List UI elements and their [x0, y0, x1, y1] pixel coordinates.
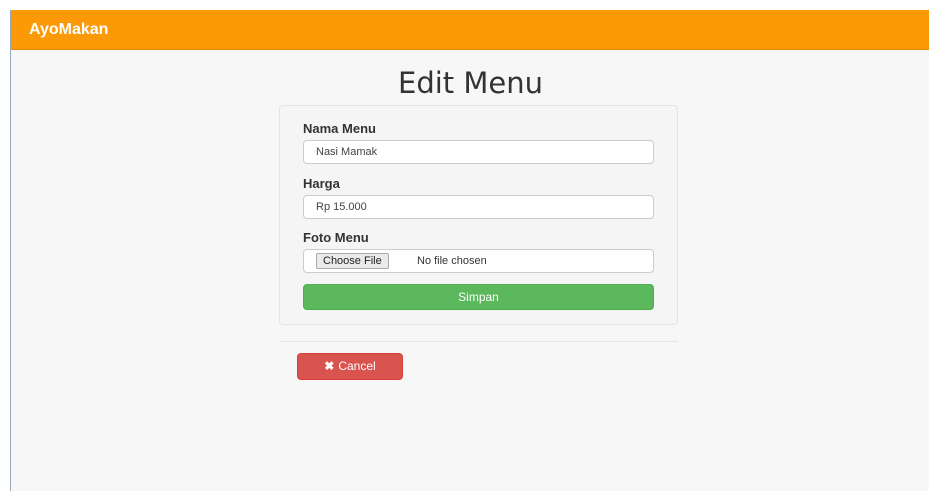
navbar: AyoMakan	[11, 10, 929, 50]
simpan-button[interactable]: Simpan	[303, 284, 654, 310]
times-icon: ✖	[324, 359, 335, 373]
divider	[279, 341, 678, 342]
file-status-text: No file chosen	[417, 255, 487, 267]
nama-menu-label: Nama Menu	[303, 121, 376, 136]
harga-input[interactable]	[303, 195, 654, 219]
choose-file-button[interactable]: Choose File	[316, 253, 389, 269]
page-title: Edit Menu	[398, 66, 543, 100]
nama-menu-input[interactable]	[303, 140, 654, 164]
cancel-button[interactable]: ✖ Cancel	[297, 353, 403, 380]
edit-menu-form: Nama Menu Harga Foto Menu Choose File No…	[279, 105, 678, 325]
brand-link[interactable]: AyoMakan	[29, 21, 108, 39]
harga-label: Harga	[303, 176, 340, 191]
cancel-label: Cancel	[338, 359, 376, 373]
foto-menu-label: Foto Menu	[303, 230, 369, 245]
foto-menu-file-input[interactable]: Choose File No file chosen	[303, 249, 654, 273]
app-window: AyoMakan Edit Menu Nama Menu Harga Foto …	[10, 10, 929, 491]
